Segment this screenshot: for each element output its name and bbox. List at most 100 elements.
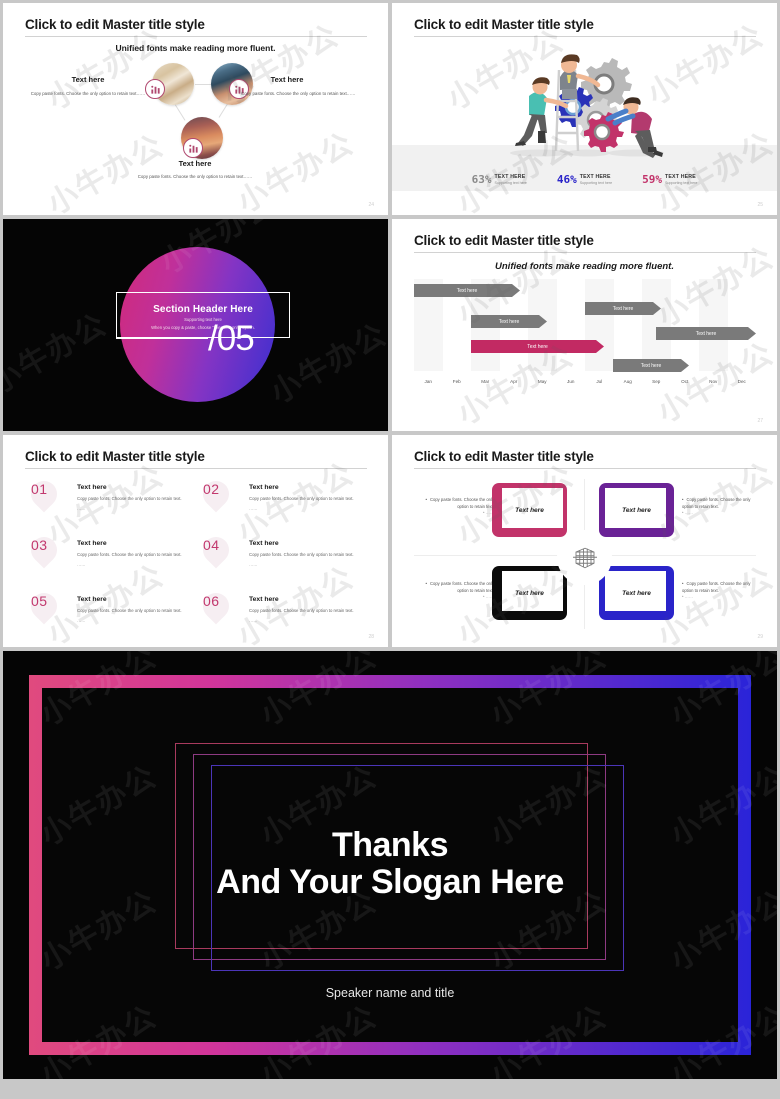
- gantt-bar-3[interactable]: Text here: [471, 315, 547, 328]
- gantt-bar-5[interactable]: Text here: [471, 340, 604, 353]
- globe-grid-icon: [557, 530, 612, 585]
- gantt-bar-2[interactable]: Text here: [585, 302, 661, 315]
- chart-badge-icon-1: [145, 79, 165, 99]
- page-bottom-edge: [0, 1093, 780, 1099]
- slide-1-diagram: Text here Copy paste fonts. Choose the o…: [3, 55, 388, 195]
- stat-label-3: TEXT HERE: [665, 174, 696, 180]
- axis-tick-nov: Nov: [709, 379, 718, 384]
- gantt-bar-label-1: Text here: [456, 287, 478, 294]
- axis-tick-sep: Sep: [652, 379, 661, 384]
- item-label-3: Text here: [77, 540, 107, 547]
- section-header-underline: [116, 337, 208, 339]
- slide-4-title-rule: [414, 252, 756, 253]
- item-body-3: Copy paste fonts. Choose the only option…: [77, 552, 182, 557]
- list-item[interactable]: 05 Text here Copy paste fonts. Choose th…: [25, 587, 197, 647]
- section-header-frame: [116, 292, 290, 338]
- gantt-bar-label-3: Text here: [498, 318, 520, 325]
- axis-tick-oct: Oct: [681, 379, 689, 384]
- slide-1-triangle-diagram[interactable]: Click to edit Master title style Unified…: [3, 3, 388, 215]
- slide-1-title: Click to edit Master title style: [25, 17, 205, 32]
- slide-6-page-number: 29: [757, 634, 763, 640]
- stat-support-2: Supporting text here: [579, 181, 613, 185]
- gantt-bar-4[interactable]: Text here: [656, 327, 756, 340]
- slide-3-section-header[interactable]: Section Header Here Supporting text here…: [3, 219, 388, 431]
- axis-tick-mar: Mar: [481, 379, 490, 384]
- slide-5-page-number: 28: [368, 634, 374, 640]
- item-body-6: Copy paste fonts. Choose the only option…: [249, 608, 354, 613]
- list-item[interactable]: 03 Text here Copy paste fonts. Choose th…: [25, 531, 197, 591]
- gears-teamwork-illustration: [392, 43, 777, 158]
- item-number-2: 02: [203, 481, 220, 497]
- slide-4-page-number: 27: [757, 418, 763, 424]
- item-label-4: Text here: [249, 540, 279, 547]
- month-column-nov: [699, 279, 728, 371]
- quadrant-frame-1[interactable]: Text here: [492, 483, 567, 537]
- slide-6-title: Click to edit Master title style: [414, 449, 594, 464]
- node-label-right: Text here: [270, 75, 304, 84]
- gantt-bar-label-5: Text here: [527, 343, 548, 350]
- item-dash-5: ……: [77, 618, 86, 623]
- quadrant-frame-2[interactable]: Text here: [599, 483, 674, 537]
- section-number: /05: [208, 319, 255, 358]
- slide-1-title-rule: [25, 36, 367, 37]
- list-item[interactable]: 04 Text here Copy paste fonts. Choose th…: [197, 531, 369, 591]
- stat-support-1: Supporting text here: [494, 181, 527, 185]
- item-number-6: 06: [203, 593, 220, 609]
- gantt-bar-label-6: Text here: [640, 362, 662, 369]
- speaker-line: Speaker name and title: [325, 986, 455, 1000]
- axis-tick-may: May: [537, 379, 547, 384]
- item-label-5: Text here: [77, 596, 107, 603]
- list-item[interactable]: 06 Text here Copy paste fonts. Choose th…: [197, 587, 369, 647]
- item-number-3: 03: [31, 537, 48, 553]
- slide-1-subtitle: Unified fonts make reading more fluent.: [115, 43, 276, 53]
- gantt-bar-label-2: Text here: [612, 305, 634, 312]
- stat-item-1: 63% TEXT HERE Supporting text here: [472, 174, 527, 185]
- item-dash-1: ……: [77, 506, 86, 511]
- stat-item-2: 46% TEXT HERE Supporting text here: [557, 174, 612, 185]
- item-dash-3: ……: [77, 562, 86, 567]
- item-label-1: Text here: [77, 484, 107, 491]
- item-body-1: Copy paste fonts. Choose the only option…: [77, 496, 182, 501]
- item-number-5: 05: [31, 593, 48, 609]
- stat-support-3: Supporting text here: [665, 181, 698, 185]
- quadrant-label-3: Text here: [515, 589, 544, 597]
- list-item[interactable]: 02 Text here Copy paste fonts. Choose th…: [197, 475, 369, 535]
- gantt-bar-6[interactable]: Text here: [613, 359, 689, 372]
- slide-2-teamwork-gears[interactable]: Click to edit Master title style 63% TEX…: [392, 3, 777, 215]
- numbered-row-2: 03 Text here Copy paste fonts. Choose th…: [25, 531, 370, 591]
- thanks-line-2: And Your Slogan Here: [216, 862, 564, 901]
- gantt-bar-1[interactable]: Text here: [414, 284, 520, 297]
- slide-5-numbered-list[interactable]: Click to edit Master title style 01 Text…: [3, 435, 388, 647]
- stat-percent-1: 63%: [471, 173, 492, 186]
- slide-5-title: Click to edit Master title style: [25, 449, 205, 464]
- numbered-items-grid: 01 Text here Copy paste fonts. Choose th…: [25, 475, 370, 647]
- gantt-bar-label-4: Text here: [695, 330, 717, 337]
- chart-badge-icon-3: [183, 138, 203, 158]
- item-body-4: Copy paste fonts. Choose the only option…: [249, 552, 354, 557]
- slide-6-quadrant-frames[interactable]: Click to edit Master title style • Copy p…: [392, 435, 777, 647]
- axis-tick-apr: Apr: [510, 379, 518, 384]
- list-item[interactable]: 01 Text here Copy paste fonts. Choose th…: [25, 475, 197, 535]
- quadrant-frame-4[interactable]: Text here: [599, 566, 674, 620]
- slide-2-title-rule: [414, 36, 756, 37]
- section-header-support-1: Supporting text here: [184, 317, 222, 322]
- quadrant-frame-3[interactable]: Text here: [492, 566, 567, 620]
- node-body-bottom: Copy paste fonts. Choose the only option…: [137, 174, 253, 179]
- item-label-2: Text here: [249, 484, 279, 491]
- numbered-row-1: 01 Text here Copy paste fonts. Choose th…: [25, 475, 370, 535]
- slide-7-thanks[interactable]: Thanks And Your Slogan Here Speaker name…: [3, 651, 777, 1079]
- node-label-left: Text here: [71, 75, 105, 84]
- node-body-right: Copy paste fonts. Choose the only option…: [241, 91, 356, 96]
- axis-tick-aug: Aug: [623, 379, 632, 384]
- item-dash-2: ……: [249, 506, 258, 511]
- node-label-bottom: Text here: [178, 159, 212, 168]
- item-dash-4: ……: [249, 562, 258, 567]
- month-column-sep: [642, 279, 671, 371]
- stat-percent-2: 46%: [556, 173, 577, 186]
- slide-4-gantt-chart[interactable]: Click to edit Master title style Unified…: [392, 219, 777, 431]
- slide-5-title-rule: [25, 468, 367, 469]
- slide-6-title-rule: [414, 468, 756, 469]
- stat-percent-3: 59%: [642, 173, 662, 186]
- quadrant-bullet-1: • Copy paste fonts. Choose the only optio…: [425, 497, 494, 516]
- numbered-row-3: 05 Text here Copy paste fonts. Choose th…: [25, 587, 370, 647]
